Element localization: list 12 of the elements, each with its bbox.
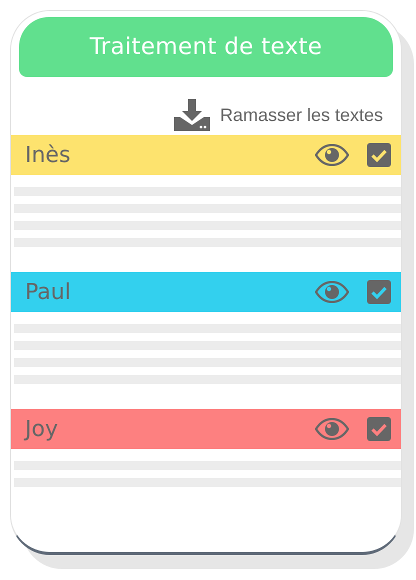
- app-title: Traitement de texte: [90, 34, 322, 60]
- collect-texts-button[interactable]: Ramasser les textes: [174, 99, 383, 131]
- checkbox[interactable]: [367, 280, 391, 304]
- checkbox[interactable]: [367, 143, 391, 167]
- eye-icon[interactable]: [315, 281, 349, 303]
- eye-icon[interactable]: [315, 418, 349, 440]
- eye-icon[interactable]: [315, 144, 349, 166]
- student-name: Inès: [25, 142, 72, 168]
- checkbox[interactable]: [367, 417, 391, 441]
- download-icon: [174, 99, 210, 131]
- student-name: Joy: [25, 416, 59, 442]
- student-name: Paul: [25, 280, 72, 304]
